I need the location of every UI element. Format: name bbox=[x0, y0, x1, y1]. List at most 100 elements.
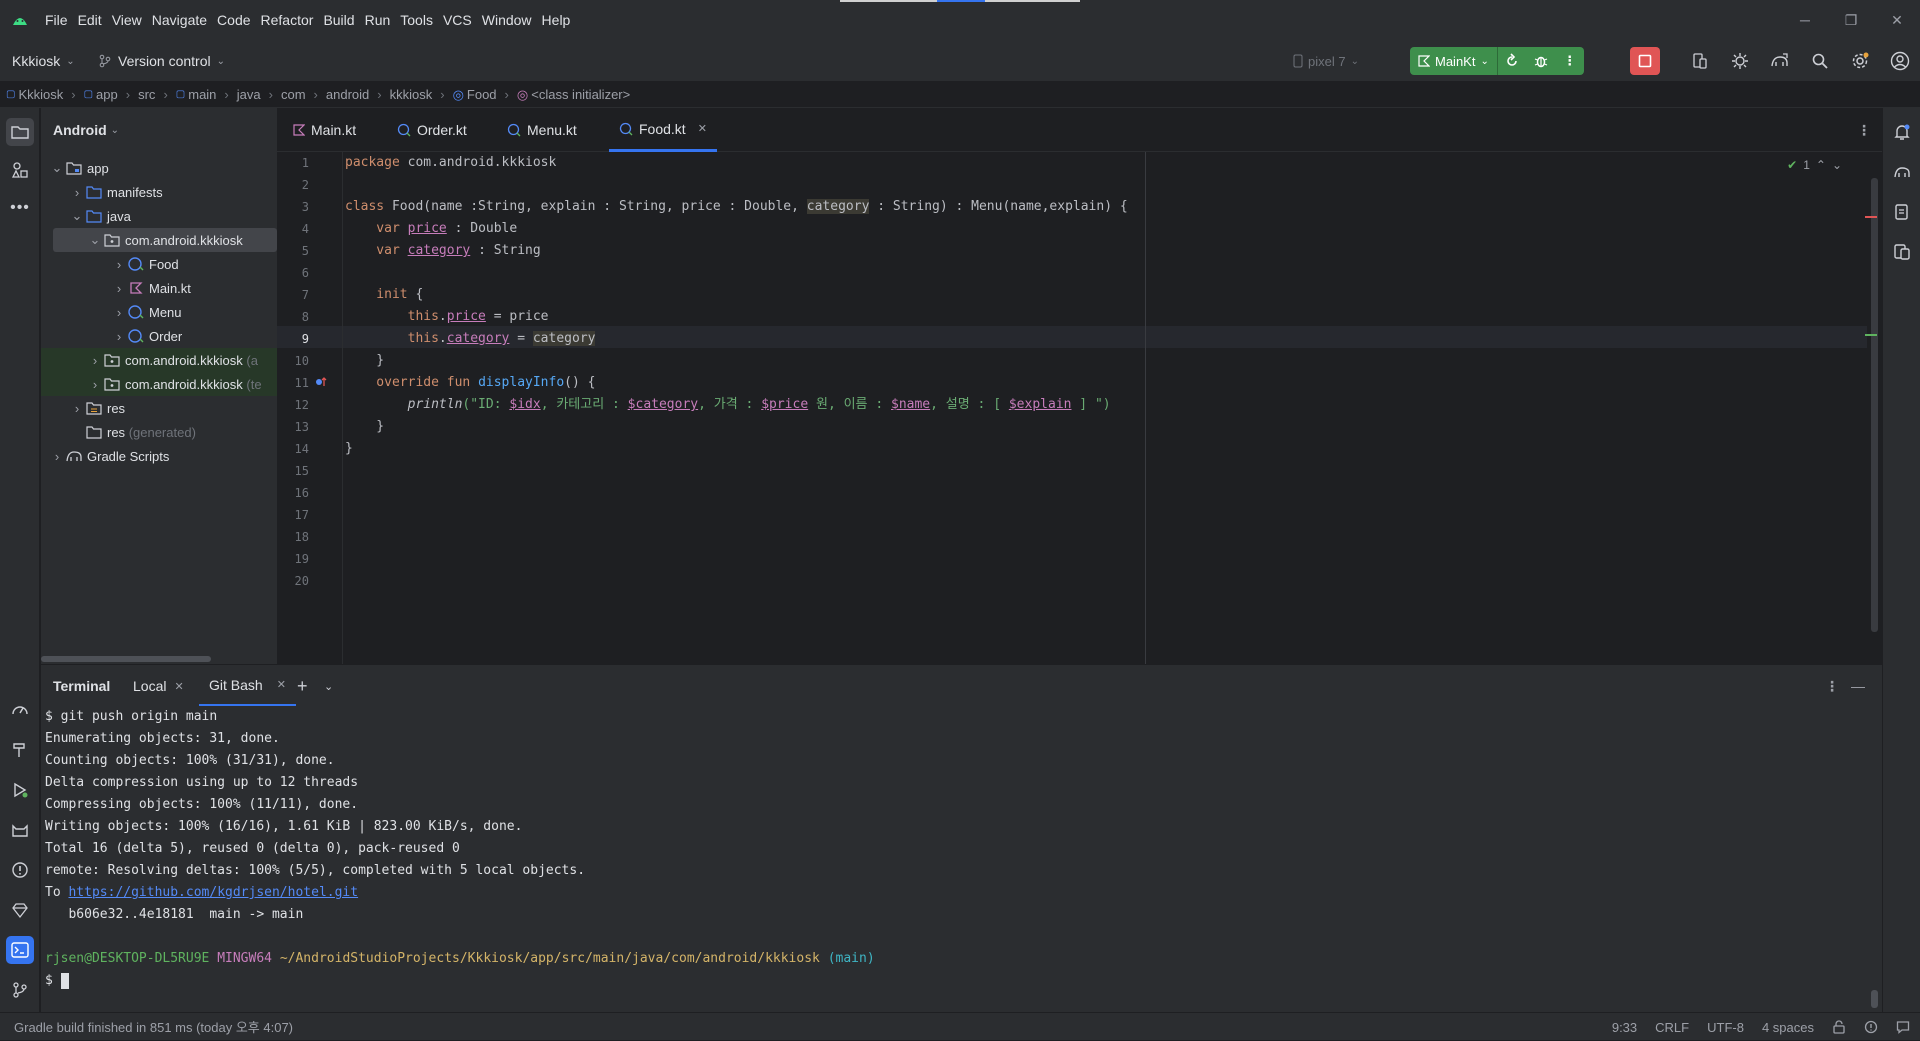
menu-edit[interactable]: Edit bbox=[73, 0, 107, 40]
vertical-scrollbar[interactable] bbox=[1871, 178, 1878, 632]
menu-window[interactable]: Window bbox=[477, 0, 537, 40]
close-tab-icon[interactable]: ✕ bbox=[277, 678, 286, 691]
breadcrumb-item[interactable]: kkkiosk bbox=[390, 87, 433, 102]
run-config-selector[interactable]: MainKt ⌄ bbox=[1410, 47, 1498, 75]
account-button[interactable] bbox=[1888, 49, 1912, 73]
override-method-icon[interactable] bbox=[314, 375, 328, 389]
stop-button[interactable] bbox=[1630, 47, 1660, 75]
device-manager-button[interactable] bbox=[1688, 49, 1712, 73]
tree-node-main-kt[interactable]: › Main.kt bbox=[41, 276, 277, 300]
breadcrumb-item[interactable]: ▢ Kkkiosk bbox=[6, 87, 63, 102]
status-message[interactable]: Gradle build finished in 851 ms (today 오… bbox=[14, 1017, 293, 1036]
code-editor[interactable]: 1 2 3 4 5 6 7 8 9 10 11 12 13 14 15 16 1… bbox=[277, 152, 1882, 664]
file-encoding[interactable]: UTF-8 bbox=[1707, 1020, 1744, 1035]
breadcrumb-item[interactable]: ▢ main bbox=[176, 87, 217, 102]
tree-node-order[interactable]: › Order bbox=[41, 324, 277, 348]
gradle-tool-button[interactable] bbox=[1888, 158, 1916, 186]
tree-node-menu[interactable]: › Menu bbox=[41, 300, 277, 324]
menu-run[interactable]: Run bbox=[360, 0, 396, 40]
tree-node-app[interactable]: ⌄ app bbox=[41, 156, 277, 180]
tree-node-package[interactable]: ⌄ com.android.kkkiosk bbox=[53, 228, 277, 252]
menu-help[interactable]: Help bbox=[537, 0, 576, 40]
app-inspection-button[interactable] bbox=[6, 896, 34, 924]
terminal-tool-button[interactable] bbox=[6, 936, 34, 964]
settings-button[interactable] bbox=[1848, 49, 1872, 73]
menu-vcs[interactable]: VCS bbox=[438, 0, 477, 40]
restore-icon[interactable]: ❐ bbox=[1828, 0, 1874, 40]
problems-button[interactable] bbox=[6, 856, 34, 884]
tree-node-res-generated[interactable]: res (generated) bbox=[41, 420, 277, 444]
hide-panel-button[interactable]: — bbox=[1851, 665, 1865, 707]
run-tool-button[interactable] bbox=[6, 776, 34, 804]
terminal-options-button[interactable]: ⋮ bbox=[1825, 665, 1839, 707]
line-separator[interactable]: CRLF bbox=[1655, 1020, 1689, 1035]
menu-file[interactable]: File bbox=[40, 0, 73, 40]
build-button[interactable] bbox=[6, 736, 34, 764]
logcat-button[interactable] bbox=[6, 816, 34, 844]
project-selector[interactable]: Kkkiosk ⌄ bbox=[12, 40, 75, 82]
tab-local[interactable]: Local ✕ bbox=[133, 665, 184, 707]
version-control-selector[interactable]: Version control ⌄ bbox=[98, 40, 225, 82]
menu-refactor[interactable]: Refactor bbox=[256, 0, 319, 40]
device-selector[interactable]: pixel 7 ⌄ bbox=[1293, 49, 1359, 73]
tree-node-java[interactable]: ⌄ java bbox=[41, 204, 277, 228]
tree-node-manifests[interactable]: › manifests bbox=[41, 180, 277, 204]
breadcrumb-item[interactable]: android bbox=[326, 87, 369, 102]
tree-node-gradle-scripts[interactable]: › Gradle Scripts bbox=[41, 444, 277, 468]
indent-setting[interactable]: 4 spaces bbox=[1762, 1020, 1814, 1035]
minimize-icon[interactable]: ─ bbox=[1782, 0, 1828, 40]
sync-gradle-button[interactable] bbox=[1768, 49, 1792, 73]
breadcrumb-item[interactable]: com bbox=[281, 87, 306, 102]
breadcrumb-item[interactable]: java bbox=[237, 87, 261, 102]
warning-circle-icon[interactable] bbox=[1864, 1020, 1878, 1034]
chevron-up-icon[interactable]: ⌃ bbox=[1816, 158, 1826, 172]
inspection-widget[interactable]: ✔ 1 ⌃ ⌄ bbox=[1787, 158, 1842, 172]
notifications-button[interactable] bbox=[1888, 118, 1916, 146]
menu-code[interactable]: Code bbox=[212, 0, 255, 40]
close-tab-icon[interactable]: ✕ bbox=[174, 680, 183, 693]
lock-icon[interactable] bbox=[1832, 1020, 1846, 1034]
breadcrumb-item[interactable]: src bbox=[138, 87, 155, 102]
search-everywhere-button[interactable] bbox=[1808, 49, 1832, 73]
close-window-icon[interactable]: ✕ bbox=[1874, 0, 1920, 40]
close-tab-icon[interactable]: ✕ bbox=[698, 122, 707, 135]
breadcrumb-item[interactable]: ◎ <class initializer> bbox=[517, 87, 630, 103]
horizontal-scrollbar[interactable] bbox=[41, 656, 211, 662]
change-stripe-marker[interactable] bbox=[1865, 334, 1877, 336]
tab-options-button[interactable]: ⋮ bbox=[1847, 108, 1881, 152]
caret-position[interactable]: 9:33 bbox=[1612, 1020, 1637, 1035]
tree-node-food[interactable]: › Food bbox=[41, 252, 277, 276]
tree-node-res[interactable]: › res bbox=[41, 396, 277, 420]
terminal-input-line[interactable]: $ bbox=[45, 970, 69, 992]
new-terminal-tab-button[interactable]: + bbox=[297, 665, 308, 707]
tree-node-test-package[interactable]: › com.android.kkkiosk (te bbox=[41, 372, 277, 396]
more-tools-button[interactable]: ••• bbox=[6, 194, 34, 222]
app-quality-button[interactable] bbox=[1728, 49, 1752, 73]
git-button[interactable] bbox=[6, 976, 34, 1004]
terminal-dropdown-button[interactable]: ⌄ bbox=[324, 665, 333, 707]
remote-url-link[interactable]: https://github.com/kgdrjsen/hotel.git bbox=[68, 885, 358, 900]
feedback-icon[interactable] bbox=[1896, 1020, 1910, 1034]
chevron-down-icon[interactable]: ⌄ bbox=[1832, 158, 1842, 172]
rerun-button[interactable] bbox=[1498, 47, 1527, 75]
menu-navigate[interactable]: Navigate bbox=[147, 0, 212, 40]
project-tool-button[interactable] bbox=[6, 118, 34, 146]
more-actions-button[interactable]: ⋮ bbox=[1555, 47, 1584, 75]
device-file-explorer-button[interactable] bbox=[1888, 198, 1916, 226]
tab-menu-kt[interactable]: Menu.kt bbox=[497, 108, 587, 152]
profiler-button[interactable] bbox=[6, 696, 34, 724]
tab-order-kt[interactable]: Order.kt bbox=[387, 108, 477, 152]
breadcrumb-item[interactable]: ◎ Food bbox=[453, 87, 497, 103]
debug-button[interactable] bbox=[1527, 47, 1556, 75]
tab-main-kt[interactable]: Main.kt bbox=[283, 108, 366, 152]
project-view-selector[interactable]: Android ⌄ bbox=[41, 108, 277, 152]
menu-view[interactable]: View bbox=[107, 0, 147, 40]
menu-build[interactable]: Build bbox=[318, 0, 359, 40]
menu-tools[interactable]: Tools bbox=[395, 0, 438, 40]
terminal-scrollbar[interactable] bbox=[1871, 990, 1878, 1008]
tree-node-android-test-package[interactable]: › com.android.kkkiosk (a bbox=[41, 348, 277, 372]
running-devices-button[interactable] bbox=[1888, 238, 1916, 266]
resource-manager-button[interactable] bbox=[6, 156, 34, 184]
tab-food-kt[interactable]: Food.kt ✕ bbox=[609, 108, 717, 152]
tab-git-bash[interactable]: Git Bash ✕ bbox=[199, 665, 296, 707]
